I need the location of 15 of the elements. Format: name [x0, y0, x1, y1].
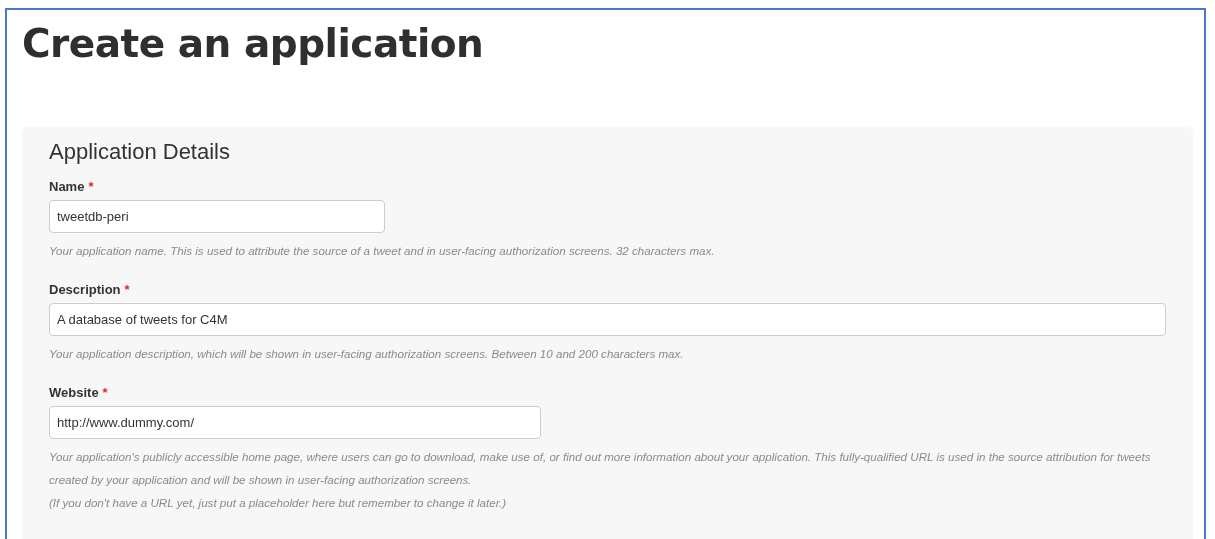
text-field[interactable]: A database of tweets for C4M [49, 303, 1166, 336]
required-mark: * [102, 385, 108, 400]
page-title: Create an application [22, 20, 484, 68]
section-title: Application Details [49, 138, 230, 166]
text-field[interactable]: http://www.dummy.com/ [49, 406, 541, 439]
help-text: Your application description, which will be shown in user-facing authorization screens. Between 10 and 200 characters max. [49, 346, 685, 362]
required-mark: * [88, 179, 94, 194]
help-text: Your application's publicly accessible home page, where users can go to download, make use of, or find out more information about your application. This fully-qualified URL is used in the source attribution for tweets created by your application and will be shown in user-facing authorization screens. [49, 449, 1152, 488]
required-mark: * [124, 282, 130, 297]
field-label: Name [49, 179, 85, 194]
field-label: Website [49, 385, 99, 400]
field-label: Description [49, 282, 121, 297]
text-field[interactable]: tweetdb-peri [49, 200, 385, 233]
help-text: Your application name. This is used to attribute the source of a tweet and in user-facing authorization screens. 32 characters max. [49, 243, 716, 259]
help-text: (If you don't have a URL yet, just put a placeholder here but remember to change it later.) [49, 495, 508, 511]
